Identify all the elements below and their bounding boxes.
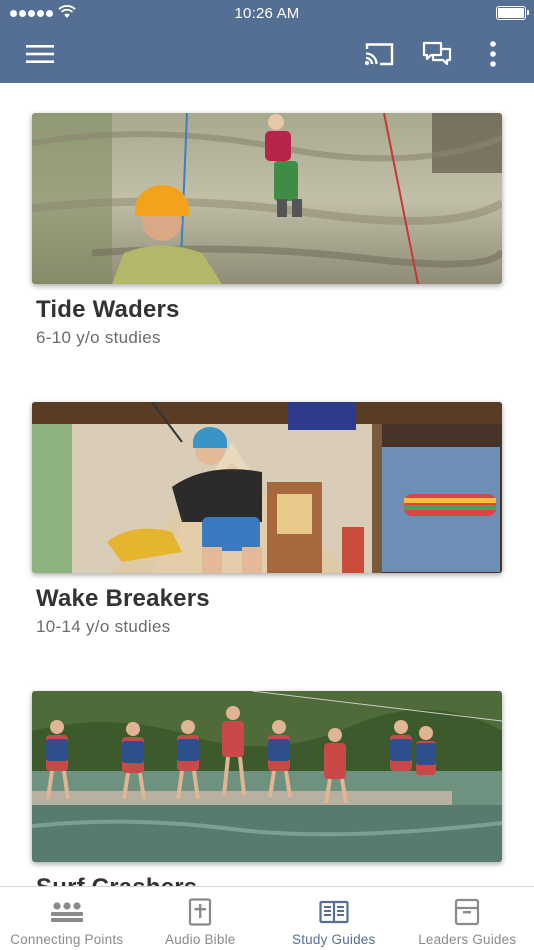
- card-subtitle: 6-10 y/o studies: [36, 328, 161, 347]
- tab-audio-bible[interactable]: Audio Bible: [134, 887, 268, 950]
- card-subtitle: 10-14 y/o studies: [36, 617, 171, 636]
- card-photo-zipline: [32, 402, 502, 573]
- status-bar: 10:26 AM: [0, 0, 534, 28]
- study-card-surf-crashers[interactable]: Surf Crashers: [32, 691, 502, 886]
- tab-leaders-guides[interactable]: Leaders Guides: [401, 887, 534, 950]
- chat-icon: [422, 41, 452, 66]
- more-vertical-icon: [490, 41, 496, 67]
- group-icon: [50, 898, 84, 926]
- tab-label: Leaders Guides: [418, 932, 517, 947]
- menu-button[interactable]: [22, 36, 58, 72]
- card-title: Surf Crashers: [36, 874, 502, 886]
- card-photo-rock-climbing: [32, 113, 502, 284]
- study-card-tide-waders[interactable]: Tide Waders 6-10 y/o studies: [32, 113, 502, 348]
- tab-label: Study Guides: [292, 932, 376, 947]
- cast-button[interactable]: [360, 36, 398, 72]
- tab-study-guides[interactable]: Study Guides: [267, 887, 401, 950]
- bottom-tab-bar: Connecting Points Audio Bible Study Guid…: [0, 886, 534, 950]
- study-card-wake-breakers[interactable]: Wake Breakers 10-14 y/o studies: [32, 402, 502, 637]
- card-title: Wake Breakers: [36, 585, 210, 612]
- status-time: 10:26 AM: [234, 5, 300, 22]
- archive-box-icon: [453, 898, 481, 926]
- app-header: 10:26 AM: [0, 0, 534, 83]
- battery-icon: [496, 6, 529, 20]
- study-guides-list: Tide Waders 6-10 y/o studies Wake Breake…: [0, 83, 534, 886]
- card-photo-lake-jump: [32, 691, 502, 862]
- menu-icon: [26, 45, 54, 63]
- tab-label: Audio Bible: [165, 932, 236, 947]
- open-book-icon: [319, 898, 349, 926]
- tab-label: Connecting Points: [10, 932, 124, 947]
- cast-icon: [365, 43, 394, 66]
- chat-button[interactable]: [418, 36, 456, 72]
- bible-icon: [188, 898, 212, 926]
- tab-connecting-points[interactable]: Connecting Points: [0, 887, 134, 950]
- more-options-button[interactable]: [476, 36, 510, 72]
- card-title: Tide Waders: [36, 296, 180, 323]
